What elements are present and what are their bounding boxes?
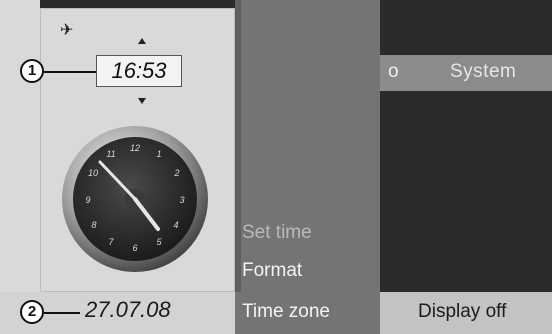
menu-shade xyxy=(235,0,241,292)
callout-leader-2 xyxy=(44,312,80,314)
system-tab[interactable]: System xyxy=(450,61,516,83)
dial-6: 6 xyxy=(132,243,137,253)
date-field[interactable]: 27.07.08 xyxy=(85,297,171,323)
right-panel xyxy=(380,91,552,292)
menu-column xyxy=(235,0,380,292)
dial-3: 3 xyxy=(179,195,184,205)
dial-2: 2 xyxy=(173,168,179,178)
callout-leader-1 xyxy=(44,71,96,73)
satellite-icon: ✈ xyxy=(60,22,74,39)
display-off-button[interactable]: Display off xyxy=(418,301,506,323)
menu-item-set-time[interactable]: Set time xyxy=(242,222,312,244)
callout-2: 2 xyxy=(20,300,44,324)
top-bar: o System xyxy=(380,55,552,91)
menu-item-time-zone[interactable]: Time zone xyxy=(242,301,330,323)
arrow-up-icon[interactable] xyxy=(138,38,146,44)
dial-11: 11 xyxy=(106,149,115,159)
dial-9: 9 xyxy=(85,195,90,205)
dial-4: 4 xyxy=(173,220,178,230)
dial-1: 1 xyxy=(156,149,161,159)
dial-10: 10 xyxy=(88,168,98,178)
dial-8: 8 xyxy=(91,220,96,230)
top-bar-fragment: o xyxy=(388,61,399,82)
analog-clock: 12 1 2 3 4 5 6 7 8 9 10 11 xyxy=(62,126,208,272)
menu-item-format[interactable]: Format xyxy=(242,260,302,282)
screen: o System ✈ 16:53 12 1 2 3 4 5 6 7 8 9 10… xyxy=(0,0,552,334)
dial-12: 12 xyxy=(130,143,140,153)
time-field[interactable]: 16:53 xyxy=(96,55,182,87)
arrow-down-icon[interactable] xyxy=(138,98,146,104)
callout-1: 1 xyxy=(20,59,44,83)
left-margin xyxy=(0,0,40,292)
